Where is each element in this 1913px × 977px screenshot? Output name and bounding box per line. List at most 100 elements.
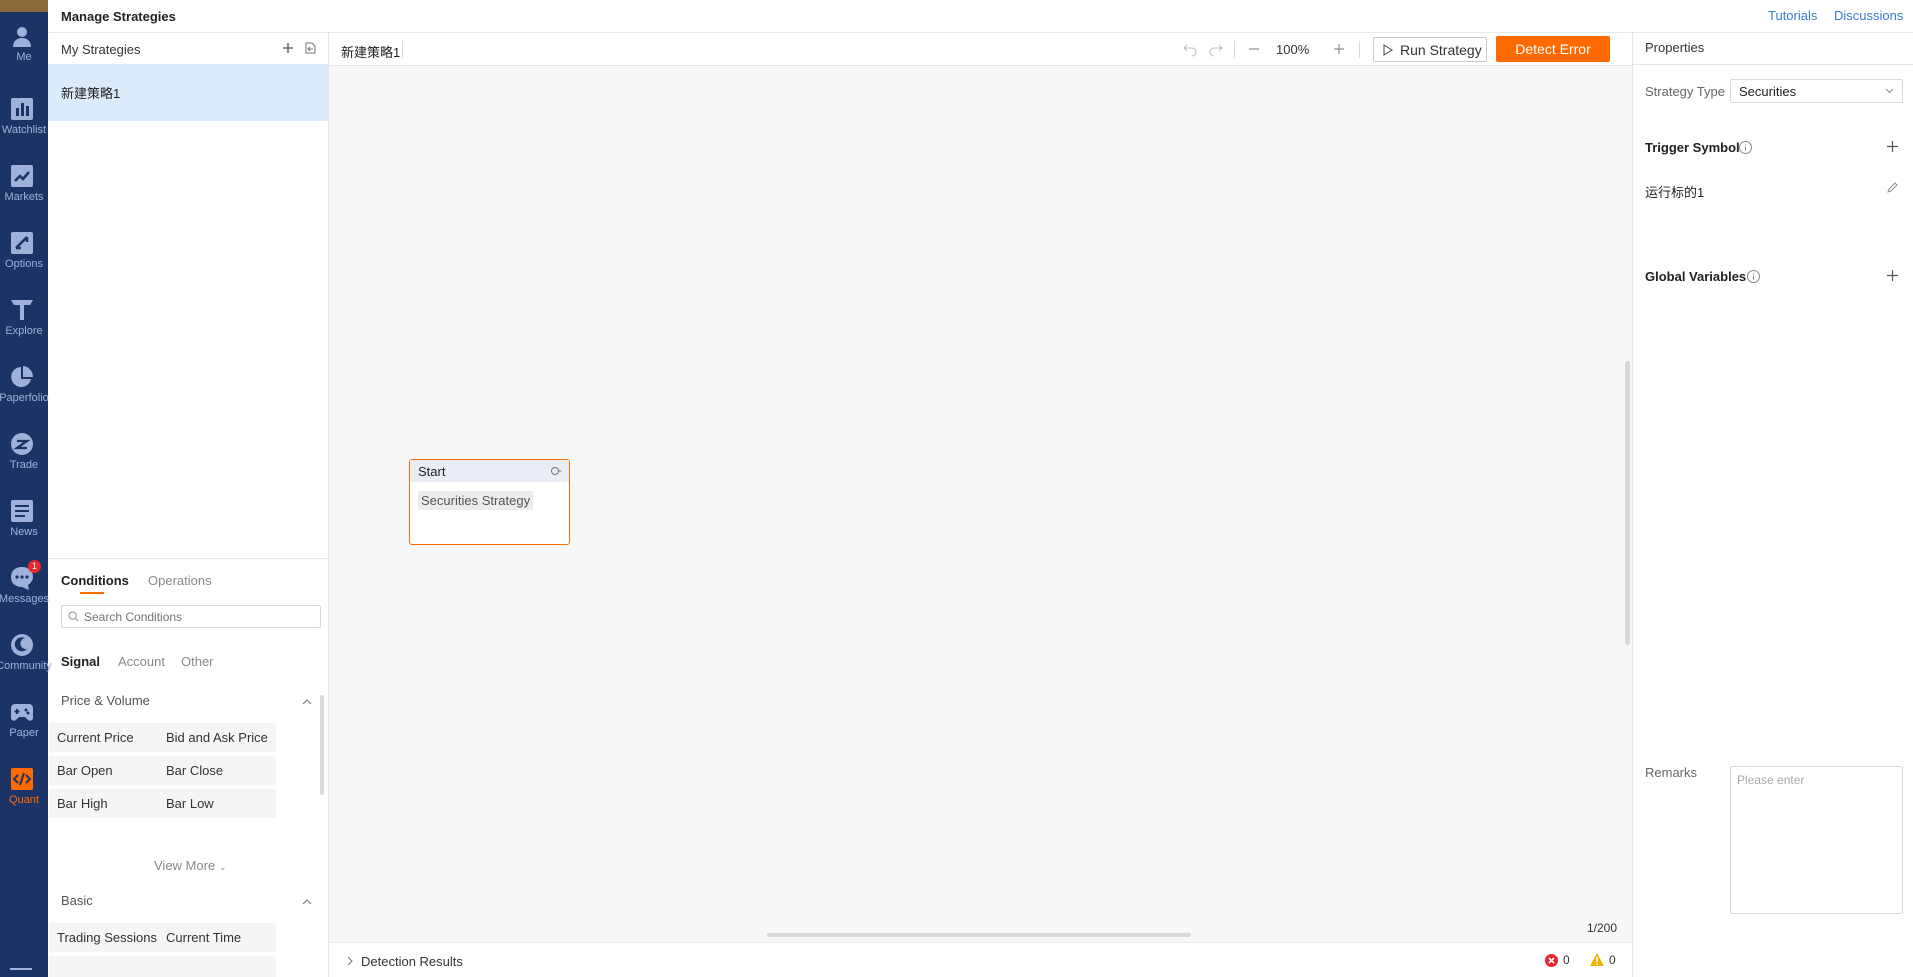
active-tab-underline <box>80 592 104 594</box>
search-icon <box>68 611 79 622</box>
strategy-type-tag: Securities Strategy <box>418 491 534 510</box>
chevron-down-icon <box>1885 88 1894 94</box>
nav-item-markets[interactable]: Markets <box>0 164 48 231</box>
filter-icon <box>11 300 33 320</box>
view-more-link[interactable]: View More ⌄ <box>154 858 226 873</box>
play-icon <box>1383 44 1393 56</box>
condition-chip[interactable] <box>49 956 167 977</box>
collapse-icon[interactable] <box>302 897 312 907</box>
add-strategy-icon[interactable] <box>280 40 296 56</box>
news-icon <box>11 500 33 522</box>
subtab-other[interactable]: Other <box>181 654 214 669</box>
subtab-signal[interactable]: Signal <box>61 654 100 669</box>
trend-icon <box>11 165 33 187</box>
tab-operations[interactable]: Operations <box>148 573 212 588</box>
remarks-label: Remarks <box>1645 765 1698 780</box>
tutorials-link[interactable]: Tutorials <box>1768 8 1817 23</box>
condition-chip[interactable]: Bar High <box>49 789 167 818</box>
strategy-type-select[interactable]: Securities <box>1730 79 1903 103</box>
global-variables-heading: Global Variables <box>1645 269 1747 284</box>
trigger-symbol-item[interactable]: 运行标的1 <box>1645 182 1704 201</box>
view-more-label: View More <box>154 858 216 873</box>
options-icon <box>11 232 33 254</box>
condition-chip[interactable]: Bar Open <box>49 756 167 785</box>
strategy-type-label: Strategy Type <box>1645 84 1725 99</box>
run-strategy-button[interactable]: Run Strategy <box>1373 37 1487 62</box>
bar-chart-icon <box>11 98 33 120</box>
vertical-scrollbar[interactable] <box>1625 361 1630 645</box>
nav-item-community[interactable]: Community <box>0 633 52 700</box>
divider <box>1633 64 1913 65</box>
import-strategy-icon[interactable] <box>302 40 318 56</box>
info-icon[interactable] <box>1747 270 1760 283</box>
nav-item-paperfolio[interactable]: Paperfolio <box>0 365 49 432</box>
chevron-right-icon[interactable] <box>346 957 354 965</box>
add-global-variable-icon[interactable] <box>1886 269 1899 282</box>
search-box <box>61 605 321 628</box>
divider <box>1234 41 1235 58</box>
connector-icon[interactable] <box>550 465 562 477</box>
info-icon[interactable] <box>1739 141 1752 154</box>
error-icon <box>1545 954 1558 967</box>
detection-results-toggle[interactable]: Detection Results <box>361 954 463 969</box>
app-root: Me Watchlist Markets Options Explore Pap… <box>0 0 1913 977</box>
node-title: Start <box>418 464 446 479</box>
warning-icon <box>1590 953 1604 966</box>
discussions-link[interactable]: Discussions <box>1834 8 1903 23</box>
nav-item-options[interactable]: Options <box>0 231 48 298</box>
strategy-canvas[interactable]: Start Securities Strategy 1/200 <box>329 66 1632 942</box>
search-conditions-input[interactable] <box>84 608 314 625</box>
page-title: Manage Strategies <box>61 9 176 24</box>
nav-item-paper[interactable]: Paper <box>0 700 48 767</box>
chevron-down-icon: ⌄ <box>218 862 227 872</box>
condition-chip[interactable]: Bar Close <box>158 756 276 785</box>
condition-chip[interactable]: Trading Sessions <box>49 923 167 952</box>
section-title: Basic <box>61 893 93 908</box>
menu-icon[interactable] <box>10 968 32 970</box>
remarks-textarea[interactable] <box>1730 766 1903 914</box>
scrollbar[interactable] <box>320 695 324 795</box>
properties-heading: Properties <box>1645 40 1705 55</box>
add-trigger-symbol-icon[interactable] <box>1886 140 1899 153</box>
gamepad-icon <box>11 704 33 721</box>
start-node[interactable]: Start Securities Strategy <box>409 459 570 545</box>
horizontal-scrollbar[interactable] <box>767 933 1191 937</box>
avatar[interactable] <box>0 0 48 12</box>
pie-icon <box>11 366 34 387</box>
node-header: Start <box>410 460 569 482</box>
subtab-account[interactable]: Account <box>118 654 165 669</box>
redo-icon[interactable] <box>1208 41 1224 57</box>
edit-icon[interactable] <box>1886 181 1899 194</box>
condition-chip[interactable]: Bar Low <box>158 789 276 818</box>
left-nav: Me Watchlist Markets Options Explore Pap… <box>0 0 52 977</box>
detect-error-button[interactable]: Detect Error <box>1496 36 1610 62</box>
collapse-icon[interactable] <box>302 697 312 707</box>
zoom-in-icon[interactable] <box>1331 41 1347 57</box>
nav-item-watchlist[interactable]: Watchlist <box>0 97 48 164</box>
strategy-item[interactable]: 新建策略1 <box>48 64 328 121</box>
zoom-level: 100% <box>1276 42 1310 57</box>
nav-item-quant[interactable]: Quant <box>0 767 48 834</box>
strategies-heading: My Strategies <box>61 42 141 57</box>
nav-item-me[interactable]: Me <box>0 24 48 91</box>
strategies-panel: My Strategies 新建策略1 <box>48 33 329 558</box>
conditions-panel: Conditions Operations Signal Account Oth… <box>48 558 329 977</box>
condition-chip[interactable]: Current Price <box>49 723 167 752</box>
run-strategy-label: Run Strategy <box>1400 42 1482 58</box>
condition-chip[interactable]: Current Time <box>158 923 276 952</box>
nav-item-news[interactable]: News <box>0 499 48 566</box>
warning-count: 0 <box>1609 953 1616 967</box>
unread-badge: 1 <box>28 560 41 573</box>
condition-chip[interactable] <box>158 956 276 977</box>
tab-conditions[interactable]: Conditions <box>61 573 129 588</box>
nav-item-trade[interactable]: Trade <box>0 432 48 499</box>
condition-chip[interactable]: Bid and Ask Price <box>158 723 276 752</box>
nav-item-messages[interactable]: 1 Messages <box>0 560 49 633</box>
error-count: 0 <box>1563 953 1570 967</box>
file-tab[interactable]: 新建策略1 <box>341 42 400 61</box>
trade-icon <box>11 433 33 455</box>
divider <box>1359 41 1360 58</box>
undo-icon[interactable] <box>1182 41 1198 57</box>
nav-item-explore[interactable]: Explore <box>0 298 48 365</box>
zoom-out-icon[interactable] <box>1246 41 1262 57</box>
